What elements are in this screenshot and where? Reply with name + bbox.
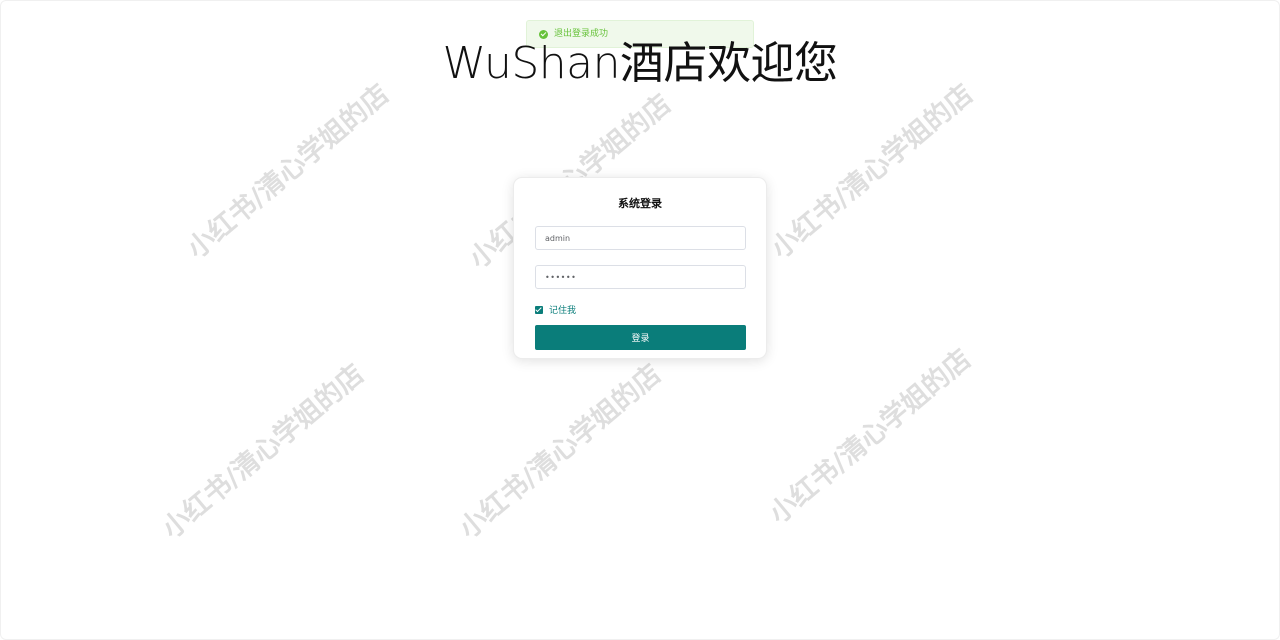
login-page: 小红书/清心学姐的店 小红书/清心学姐的店 小红书/清心学姐的店 小红书/清心学… xyxy=(0,0,1280,640)
watermark: 小红书/清心学姐的店 xyxy=(765,78,980,265)
watermark: 小红书/清心学姐的店 xyxy=(453,358,668,545)
login-button[interactable]: 登录 xyxy=(535,325,746,350)
remember-me-checkbox[interactable]: 记住我 xyxy=(535,303,576,316)
checkbox-checked-icon[interactable] xyxy=(535,305,543,314)
password-input[interactable]: •••••• xyxy=(535,265,746,289)
login-title: 系统登录 xyxy=(618,197,662,210)
username-input[interactable]: admin xyxy=(535,226,746,250)
welcome-heading: WuShan酒店欢迎您 xyxy=(442,38,839,89)
remember-me-label[interactable]: 记住我 xyxy=(549,303,576,316)
watermark: 小红书/清心学姐的店 xyxy=(181,78,396,265)
watermark: 小红书/清心学姐的店 xyxy=(156,358,371,545)
login-card: 系统登录 admin •••••• 记住我 登录 xyxy=(513,177,767,359)
watermark: 小红书/清心学姐的店 xyxy=(763,343,978,530)
